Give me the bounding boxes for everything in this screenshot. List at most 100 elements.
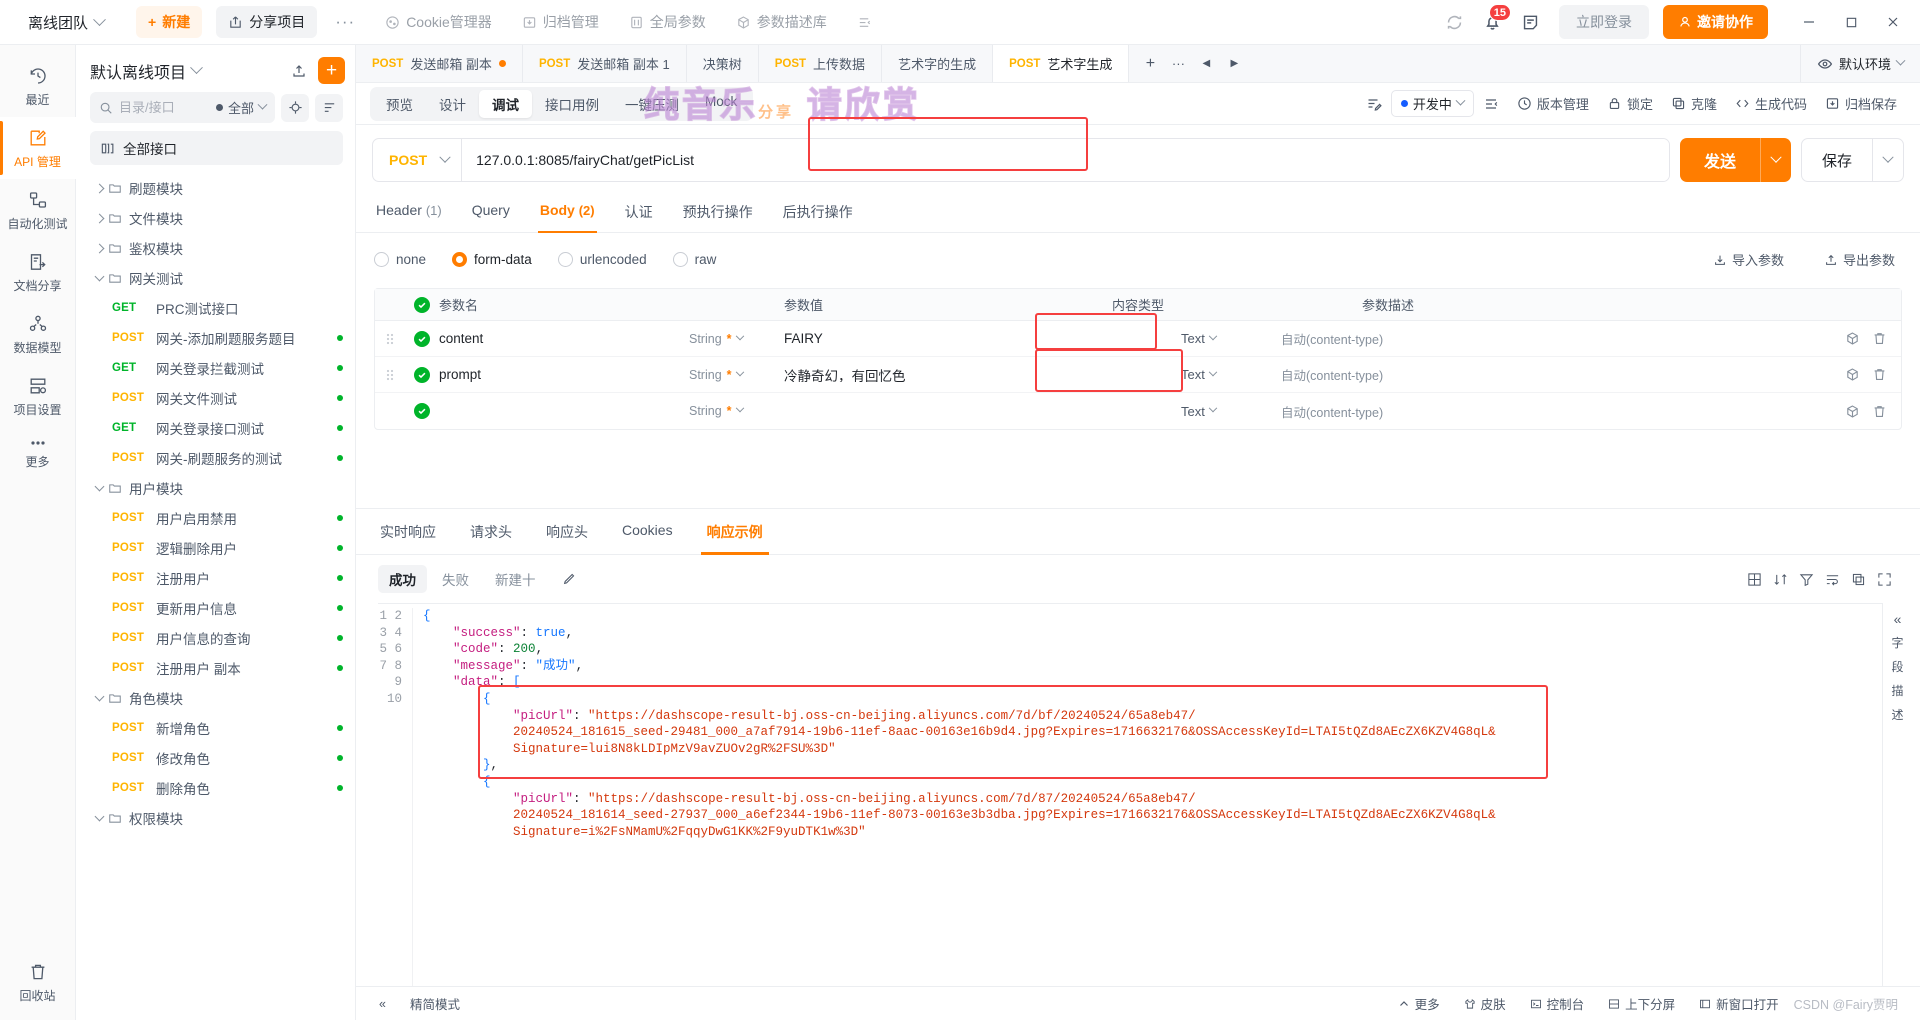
param-lib-icon[interactable]	[1845, 367, 1860, 382]
all-apis-item[interactable]: 全部接口	[90, 131, 343, 165]
tree-folder-juese[interactable]: 角色模块	[76, 683, 355, 713]
url-input[interactable]	[462, 139, 1669, 181]
body-type-formdata[interactable]: form-data	[452, 252, 532, 267]
filter-chip[interactable]: 全部	[215, 98, 268, 117]
expand-toggle[interactable]	[90, 213, 108, 223]
param-name[interactable]: content	[439, 331, 689, 346]
notifications-button[interactable]: 15	[1475, 4, 1511, 39]
req-tab-query[interactable]: Query	[470, 194, 512, 232]
invite-collab-button[interactable]: 邀请协作	[1663, 5, 1768, 39]
tab-preview[interactable]: 预览	[373, 90, 426, 118]
clone-button[interactable]: 克隆	[1662, 90, 1726, 117]
tree-api-item[interactable]: POST 更新用户信息	[76, 593, 355, 623]
code-content[interactable]: { "success": true, "code": 200, "message…	[412, 608, 1882, 986]
tree-folder-quanxian[interactable]: 权限模块	[76, 803, 355, 833]
drag-handle[interactable]	[375, 368, 405, 382]
delete-row-icon[interactable]	[1872, 331, 1887, 346]
tree-folder-shuati[interactable]: 刷题模块	[76, 173, 355, 203]
tree-api-item[interactable]: GET 网关登录拦截测试	[76, 353, 355, 383]
rail-item-api-manage[interactable]: API 管理	[0, 117, 76, 179]
save-button[interactable]: 保存	[1800, 138, 1904, 182]
param-value-cell[interactable]	[784, 367, 1181, 382]
row-checkbox[interactable]	[405, 366, 439, 383]
tab-design[interactable]: 设计	[426, 90, 479, 118]
sidebar-add-button[interactable]: +	[318, 57, 345, 84]
doc-tab-2[interactable]: POST 发送邮箱 副本 1	[523, 45, 687, 82]
param-content-type[interactable]: Text	[1181, 331, 1281, 346]
collapse-strip-icon[interactable]: «	[1894, 611, 1902, 627]
row-checkbox[interactable]	[405, 330, 439, 347]
edit-note-button[interactable]	[1357, 92, 1391, 116]
archive-save-button[interactable]: 归档保存	[1816, 90, 1906, 117]
param-value-input[interactable]	[784, 367, 1181, 382]
body-type-urlencoded[interactable]: urlencoded	[557, 252, 647, 267]
grid-icon[interactable]	[1747, 572, 1762, 587]
param-value-input[interactable]	[784, 331, 1181, 346]
outline-button[interactable]	[1474, 92, 1508, 116]
expand-toggle[interactable]	[90, 811, 108, 822]
tabs-prev-button[interactable]: ◀	[1193, 51, 1219, 77]
statusbar-more-button[interactable]: 更多	[1389, 991, 1449, 1016]
param-type[interactable]: String *	[689, 403, 784, 418]
param-row-content[interactable]: content String * Text 自动(content-type)	[375, 313, 1901, 357]
lock-button[interactable]: 锁定	[1598, 90, 1662, 117]
tree-api-item[interactable]: POST 删除角色	[76, 773, 355, 803]
param-value-cell[interactable]	[784, 403, 1181, 419]
doc-tab-3[interactable]: 决策树	[687, 45, 759, 82]
tree-folder-wenjian[interactable]: 文件模块	[76, 203, 355, 233]
close-button[interactable]	[1872, 0, 1914, 44]
doc-tab-1[interactable]: POST 发送邮箱 副本	[356, 45, 523, 82]
resp-tab-realtime[interactable]: 实时响应	[378, 509, 438, 554]
req-tab-auth[interactable]: 认证	[623, 194, 655, 232]
rail-item-trash[interactable]: 回收站	[0, 951, 76, 1020]
tree-api-item[interactable]: POST 注册用户	[76, 563, 355, 593]
doc-tab-6[interactable]: POST 艺术字生成	[993, 45, 1130, 82]
resp-tab-cookies[interactable]: Cookies	[620, 509, 675, 554]
list-collapse-button[interactable]	[845, 9, 884, 36]
expand-toggle[interactable]	[90, 691, 108, 702]
tree-folder-jianquan[interactable]: 鉴权模块	[76, 233, 355, 263]
rail-item-recent[interactable]: 最近	[0, 55, 76, 117]
generate-code-button[interactable]: 生成代码	[1726, 90, 1816, 117]
param-content-type[interactable]: Text	[1181, 404, 1281, 419]
global-params-button[interactable]: 全局参数	[617, 6, 718, 38]
req-tab-body[interactable]: Body (2)	[537, 194, 597, 233]
req-tab-prescript[interactable]: 预执行操作	[681, 194, 755, 232]
tab-mock[interactable]: Mock	[692, 90, 750, 118]
sync-button[interactable]	[1437, 5, 1471, 39]
param-lib-icon[interactable]	[1845, 331, 1860, 346]
expand-toggle[interactable]	[90, 481, 108, 492]
filter-icon[interactable]	[1799, 572, 1814, 587]
tab-stresstest[interactable]: 一键压测	[612, 90, 692, 118]
param-content-type[interactable]: Text	[1181, 367, 1281, 382]
target-button[interactable]	[281, 93, 309, 122]
upload-button[interactable]	[286, 58, 312, 84]
search-input[interactable]	[119, 100, 193, 115]
body-type-none[interactable]: none	[374, 252, 426, 267]
chevron-down-icon[interactable]	[190, 61, 203, 75]
tree-api-item[interactable]: POST 网关-刷题服务的测试	[76, 443, 355, 473]
param-lib-icon[interactable]	[1845, 404, 1860, 419]
collapse-panel-button[interactable]: «	[370, 994, 395, 1014]
minimize-button[interactable]	[1788, 0, 1830, 44]
version-manage-button[interactable]: 版本管理	[1508, 90, 1598, 117]
wrap-icon[interactable]	[1825, 572, 1840, 587]
drag-handle[interactable]	[375, 332, 405, 346]
status-selector[interactable]: 开发中	[1390, 90, 1474, 117]
tab-debug[interactable]: 调试	[479, 89, 532, 118]
send-button[interactable]: 发送	[1679, 138, 1791, 182]
param-row-empty[interactable]: String * Text 自动(content-type)	[375, 393, 1901, 429]
tree-api-item[interactable]: POST 用户启用禁用	[76, 503, 355, 533]
tree-folder-wangguan[interactable]: 网关测试	[76, 263, 355, 293]
login-button[interactable]: 立即登录	[1559, 5, 1649, 39]
split-screen-button[interactable]: 上下分屏	[1599, 991, 1684, 1016]
resp-tab-example[interactable]: 响应示例	[700, 509, 769, 555]
req-tab-postscript[interactable]: 后执行操作	[781, 194, 855, 232]
example-fail-button[interactable]: 失败	[431, 565, 480, 593]
body-type-raw[interactable]: raw	[672, 252, 716, 267]
tab-testcase[interactable]: 接口用例	[532, 90, 612, 118]
param-type[interactable]: String *	[689, 331, 784, 346]
tree-api-item[interactable]: POST 修改角色	[76, 743, 355, 773]
tree-api-item[interactable]: POST 用户信息的查询	[76, 623, 355, 653]
copy-icon[interactable]	[1851, 572, 1866, 587]
